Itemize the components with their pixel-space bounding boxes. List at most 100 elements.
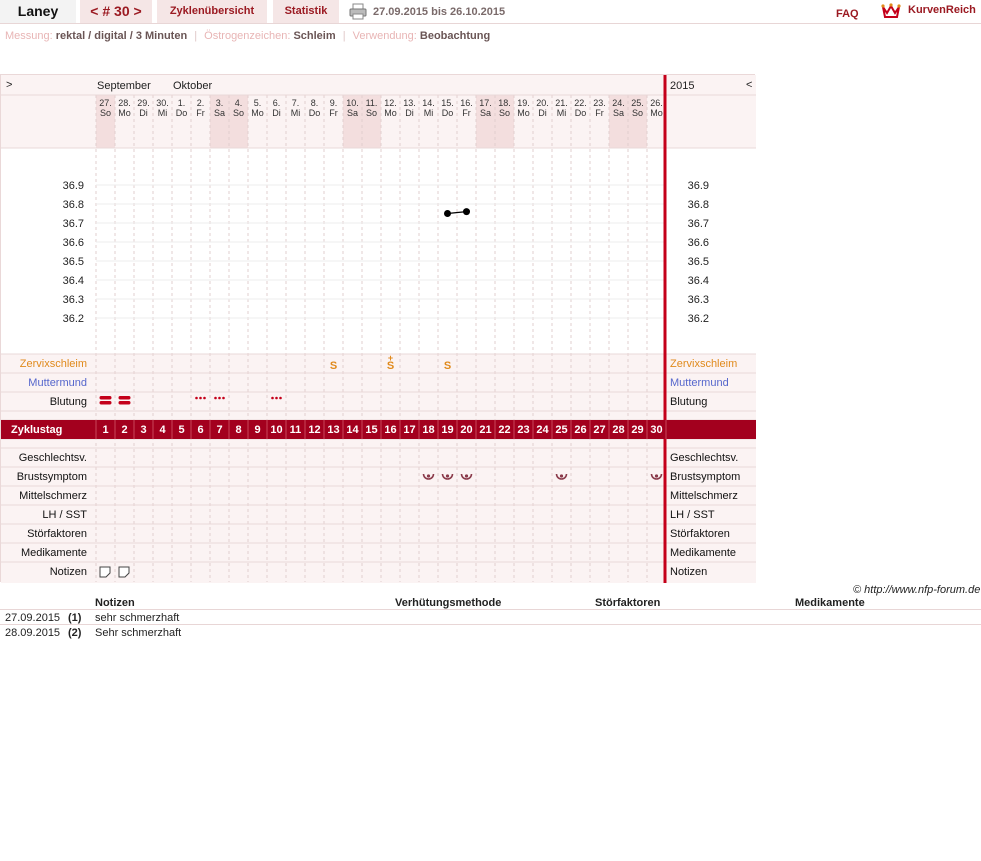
bleeding-heavy-mark (99, 396, 112, 400)
zyklustag-number: 5 (178, 424, 184, 436)
day-date-label: 13. (403, 98, 416, 108)
print-icon[interactable] (349, 3, 367, 20)
row-label-blutung: Blutung (50, 396, 87, 408)
note-date: 27.09.2015 (5, 612, 61, 624)
bleeding-spot-mark (271, 396, 274, 400)
breast-symptom-icon-dot (654, 474, 659, 478)
temp-tick-right: 36.8 (688, 199, 709, 211)
day-weekday-label: Mi (424, 108, 434, 118)
estrogen-value: Schleim (293, 30, 336, 42)
row-label-notizen-right: Notizen (670, 566, 707, 578)
day-weekday-label: Sa (347, 108, 358, 118)
temp-tick-left: 36.7 (63, 218, 84, 230)
row-label-medi-right: Medikamente (670, 547, 736, 559)
row-label-muttermund: Muttermund (28, 377, 87, 389)
day-date-label: 21. (555, 98, 568, 108)
faq-link[interactable]: FAQ (836, 8, 859, 20)
day-date-label: 15. (441, 98, 454, 108)
temperature-point[interactable] (444, 210, 451, 217)
note-row: 27.09.2015 (1) sehr schmerzhaft (0, 609, 981, 624)
temp-tick-right: 36.5 (688, 256, 709, 268)
zyklustag-number: 10 (270, 424, 282, 436)
row-label-stoer: Störfaktoren (27, 528, 87, 540)
notes-header-method: Verhütungsmethode (395, 597, 502, 609)
day-weekday-label: Mo (650, 108, 663, 118)
day-weekday-label: Fr (196, 108, 205, 118)
logo-text[interactable]: KurvenReich (908, 4, 976, 16)
chart-nav-left-button[interactable]: > (6, 79, 12, 91)
row-label-medi: Medikamente (21, 547, 87, 559)
year-label: 2015 (670, 80, 694, 92)
zyklustag-number: 25 (555, 424, 567, 436)
tab-statistics[interactable]: Statistik (273, 0, 339, 23)
breast-symptom-icon-dot (445, 474, 450, 478)
breast-symptom-icon-dot (464, 474, 469, 478)
day-date-label: 10. (346, 98, 359, 108)
zyklustag-number: 18 (422, 424, 434, 436)
note-row: 28.09.2015 (2) Sehr schmerzhaft (0, 624, 981, 639)
usage-label: Verwendung: (352, 30, 417, 42)
row-label-notizen: Notizen (50, 566, 87, 578)
bleeding-heavy-mark (99, 401, 112, 405)
bleeding-spot-mark (275, 396, 278, 400)
zyklustag-number: 29 (631, 424, 643, 436)
zervix-mark: S (387, 360, 394, 372)
tab-cycle-overview[interactable]: Zyklenübersicht (157, 0, 267, 23)
note-number: (2) (68, 627, 82, 639)
temp-tick-left: 36.2 (63, 313, 84, 325)
note-text: sehr schmerzhaft (95, 612, 180, 624)
day-date-label: 5. (254, 98, 262, 108)
zyklustag-number: 28 (612, 424, 624, 436)
measure-label: Messung: (5, 30, 53, 42)
zyklustag-number: 7 (216, 424, 222, 436)
bleeding-heavy-mark (118, 396, 131, 400)
row-label-mittelschmerz: Mittelschmerz (19, 490, 87, 502)
copyright: © http://www.nfp-forum.de (853, 584, 981, 596)
bleeding-heavy-mark (118, 401, 131, 405)
day-weekday-label: Do (309, 108, 321, 118)
temperature-area (1, 148, 756, 354)
zyklustag-number: 27 (593, 424, 605, 436)
note-number: (1) (68, 612, 82, 624)
day-weekday-label: So (499, 108, 510, 118)
day-date-label: 25. (631, 98, 644, 108)
row-label-stoer-right: Störfaktoren (670, 528, 730, 540)
temp-tick-left: 36.5 (63, 256, 84, 268)
temp-tick-left: 36.8 (63, 199, 84, 211)
day-date-label: 22. (574, 98, 587, 108)
row-label-zervix: Zervixschleim (20, 358, 87, 370)
day-weekday-label: So (632, 108, 643, 118)
temp-tick-right: 36.6 (688, 237, 709, 249)
chart-nav-right-button[interactable]: < (746, 79, 752, 91)
row-label-blutung-right: Blutung (670, 396, 707, 408)
zyklustag-number: 16 (384, 424, 396, 436)
temperature-point[interactable] (463, 208, 470, 216)
breast-symptom-icon-dot (426, 474, 431, 478)
cycle-chart-svg: 36.9 36.936.8 36.836.7 36.736.6 36.636.5 36.5… (1, 75, 756, 583)
date-range: 27.09.2015 bis 26.10.2015 (373, 6, 506, 18)
crown-logo-icon[interactable] (881, 2, 901, 20)
day-weekday-label: Di (139, 108, 148, 118)
zyklustag-number: 4 (159, 424, 166, 436)
day-date-label: 1. (178, 98, 186, 108)
next-cycle-button[interactable]: > (134, 0, 142, 23)
day-weekday-label: Sa (480, 108, 491, 118)
row-label-brust: Brustsymptom (17, 471, 87, 483)
cycle-navigator: < # 30 > (80, 0, 152, 23)
row-label-lh-right: LH / SST (670, 509, 715, 521)
prev-cycle-button[interactable]: < (90, 0, 98, 23)
bleeding-spot-mark (203, 396, 206, 400)
bleeding-spot-mark (218, 396, 221, 400)
day-date-label: 2. (197, 98, 205, 108)
day-date-label: 18. (498, 98, 511, 108)
temp-tick-right: 36.3 (688, 294, 709, 306)
notes-header-meds: Medikamente (795, 597, 865, 609)
day-weekday-label: So (233, 108, 244, 118)
zyklustag-number: 15 (365, 424, 377, 436)
estrogen-label: Östrogenzeichen: (204, 30, 291, 42)
day-weekday-label: Di (405, 108, 414, 118)
day-date-label: 16. (460, 98, 473, 108)
day-date-label: 3. (216, 98, 224, 108)
zyklustag-number: 13 (327, 424, 339, 436)
user-name: Laney (0, 0, 76, 23)
